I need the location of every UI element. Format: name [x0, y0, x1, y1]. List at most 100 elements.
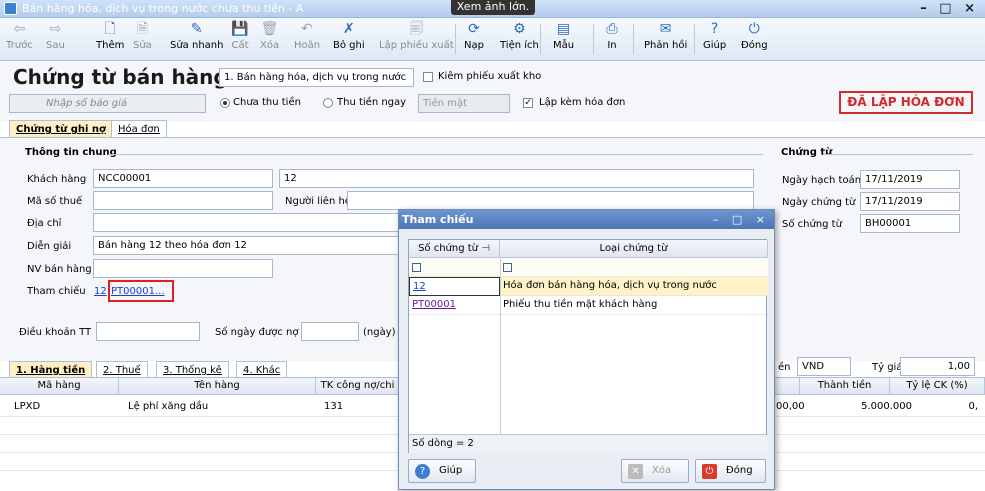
toolbar-label: Hoãn — [294, 40, 321, 51]
toolbar-label: Sửa — [133, 40, 152, 51]
ref-row-2-no[interactable]: PT00001 — [409, 296, 500, 315]
reference-grid: Số chứng từ ⊣ Loại chứng từ 12 Hóa đơn b… — [408, 239, 768, 453]
grid-cell-amount[interactable]: 5.000.000 — [800, 398, 912, 416]
payment-method-select[interactable]: Tiền mặt — [418, 94, 510, 113]
toolbar-label: Tiện ích — [500, 40, 539, 51]
post-date-input[interactable]: 17/11/2019 — [860, 170, 960, 189]
reference-more-link[interactable]: ... — [155, 286, 165, 297]
filter-icon[interactable] — [412, 263, 421, 272]
tax-code-input[interactable] — [93, 191, 273, 210]
payment-terms-input[interactable] — [96, 322, 200, 341]
general-section-title: Thông tin chung — [25, 147, 117, 158]
column-header-name[interactable]: Tên hàng — [119, 378, 316, 395]
toolbar-unpost-button[interactable]: ✗ Bỏ ghi — [333, 20, 365, 51]
toolbar-label: Sửa nhanh — [170, 40, 224, 51]
toolbar-feedback-button[interactable]: ✉ Phản hồi — [644, 20, 687, 51]
grid-cell-code[interactable]: LPXD — [14, 398, 40, 416]
filter-icon[interactable] — [503, 263, 512, 272]
toolbar-arrow-right-button[interactable]: ⇨ Sau — [46, 20, 65, 51]
voucher-type-select[interactable]: 1. Bán hàng hóa, dịch vụ trong nước — [219, 68, 414, 87]
toolbar-utilities-button[interactable]: ⚙ Tiện ích — [500, 20, 539, 51]
ref-row-1-no[interactable]: 12 — [409, 277, 500, 296]
close-icon: ⏻ — [748, 21, 760, 37]
ref-row-1-link[interactable]: 12 — [413, 281, 426, 292]
customer-code-input[interactable]: NCC00001 — [93, 169, 273, 188]
issue-stock-slip-checkbox[interactable] — [423, 72, 433, 82]
toolbar-print-button[interactable]: ⎙ In — [603, 20, 621, 51]
voucher-section-title: Chứng từ — [781, 147, 833, 158]
credit-days-unit: (ngày) — [363, 327, 396, 338]
toolbar-save-button[interactable]: 💾 Cất — [231, 20, 249, 51]
grid-cell-discount[interactable]: 0, — [912, 398, 978, 416]
voucher-no-input[interactable]: BH00001 — [860, 214, 960, 233]
feedback-icon: ✉ — [659, 21, 672, 37]
pay-now-label: Thu tiền ngay — [337, 97, 407, 108]
currency-select[interactable]: VND — [797, 357, 851, 376]
toolbar-label: Thêm — [96, 40, 125, 51]
unpaid-radio[interactable] — [220, 98, 230, 108]
toolbar-help-button[interactable]: ? Giúp — [703, 20, 726, 51]
toolbar-arrow-left-button[interactable]: ⇦ Trước — [6, 20, 33, 51]
toolbar-quick-edit-button[interactable]: ✎ Sửa nhanh — [170, 20, 223, 51]
export-slip-icon: 🗐 — [409, 21, 424, 37]
ref-row-1-type[interactable]: Hóa đơn bán hàng hóa, dịch vụ trong nước — [500, 277, 768, 296]
toolbar-export-slip-button[interactable]: 🗐 Lập phiếu xuất — [379, 20, 454, 51]
column-header-discount[interactable]: Tỷ lệ CK (%) — [890, 378, 985, 395]
dialog-help-button[interactable]: ? Giúp — [408, 459, 476, 483]
currency-label: ền — [778, 362, 791, 373]
filter-cell-type[interactable] — [500, 258, 768, 277]
dialog-close-button[interactable]: ⏻ Đóng — [695, 459, 766, 483]
toolbar-separator — [540, 24, 541, 54]
print-icon: ⎙ — [606, 21, 618, 37]
exchange-rate-input[interactable]: 1,00 — [900, 357, 975, 376]
pay-now-radio[interactable] — [323, 98, 333, 108]
quote-number-input[interactable]: Nhập số báo giá — [9, 94, 206, 113]
reference-link-12[interactable]: 12 — [94, 286, 107, 297]
toolbar-separator — [455, 24, 456, 54]
tab-invoice[interactable]: Hóa đơn — [111, 120, 167, 138]
column-header-pin[interactable] — [775, 378, 800, 395]
tab-debit-voucher[interactable]: Chứng từ ghi nợ — [9, 120, 113, 138]
column-header-account[interactable]: TK công nợ/chi — [316, 378, 400, 395]
toolbar-edit-document-button[interactable]: 🗎 Sửa — [133, 20, 152, 51]
edit-document-icon: 🗎 — [136, 21, 149, 37]
toolbar-label: Mẫu — [553, 40, 575, 51]
contact-input[interactable] — [347, 191, 754, 210]
toolbar-undo-button[interactable]: ↶ Hoãn — [294, 20, 320, 51]
undo-icon: ↶ — [301, 21, 313, 37]
unpost-icon: ✗ — [342, 21, 355, 37]
filter-cell-no[interactable] — [409, 258, 500, 277]
delete-icon: 🗑 — [260, 21, 279, 37]
col-voucher-type-label: Loại chứng từ — [599, 243, 668, 254]
pin-icon[interactable]: ⊣ — [481, 243, 490, 254]
toolbar-label: In — [607, 40, 617, 51]
help-icon: ? — [710, 21, 719, 37]
grid-cell-name[interactable]: Lệ phí xăng dầu — [128, 398, 208, 416]
issue-stock-slip-label: Kiêm phiếu xuất kho — [438, 71, 542, 82]
column-header-amount[interactable]: Thành tiền — [800, 378, 890, 395]
toolbar-delete-button[interactable]: 🗑 Xóa — [260, 20, 279, 51]
column-header-code[interactable]: Mã hàng — [0, 378, 119, 395]
column-header-voucher-type[interactable]: Loại chứng từ — [500, 240, 768, 258]
close-icon: ⏻ — [702, 464, 717, 479]
sales-staff-input[interactable] — [93, 259, 273, 278]
customer-name-input[interactable]: 12 — [279, 169, 754, 188]
toolbar-template-button[interactable]: ▤ Mẫu — [553, 20, 574, 51]
payment-terms-label: Điều khoản TT — [19, 327, 92, 338]
dialog-delete-button[interactable]: ✕ Xóa — [621, 459, 689, 483]
toolbar-close-button[interactable]: ⏻ Đóng — [741, 20, 768, 51]
dialog-window-controls[interactable]: – □ × — [713, 210, 770, 229]
toolbar-reload-button[interactable]: ⟳ Nạp — [464, 20, 484, 51]
voucher-date-input[interactable]: 17/11/2019 — [860, 192, 960, 211]
reference-link-pt00001[interactable]: PT00001 — [111, 286, 155, 297]
grid-cell-account[interactable]: 131 — [324, 398, 343, 416]
ref-row-2-link[interactable]: PT00001 — [412, 299, 456, 310]
toolbar-label: Sau — [46, 40, 65, 51]
toolbar-add-document-button[interactable]: 🗋 Thêm — [96, 20, 124, 51]
arrow-left-icon: ⇦ — [13, 21, 26, 37]
with-invoice-checkbox[interactable]: ✓ — [523, 98, 533, 108]
ref-row-2-type[interactable]: Phiếu thu tiền mặt khách hàng — [500, 296, 768, 315]
column-header-voucher-no[interactable]: Số chứng từ ⊣ — [409, 240, 500, 258]
credit-days-spinner[interactable] — [301, 322, 359, 341]
window-controls[interactable]: – □ × — [920, 1, 979, 16]
